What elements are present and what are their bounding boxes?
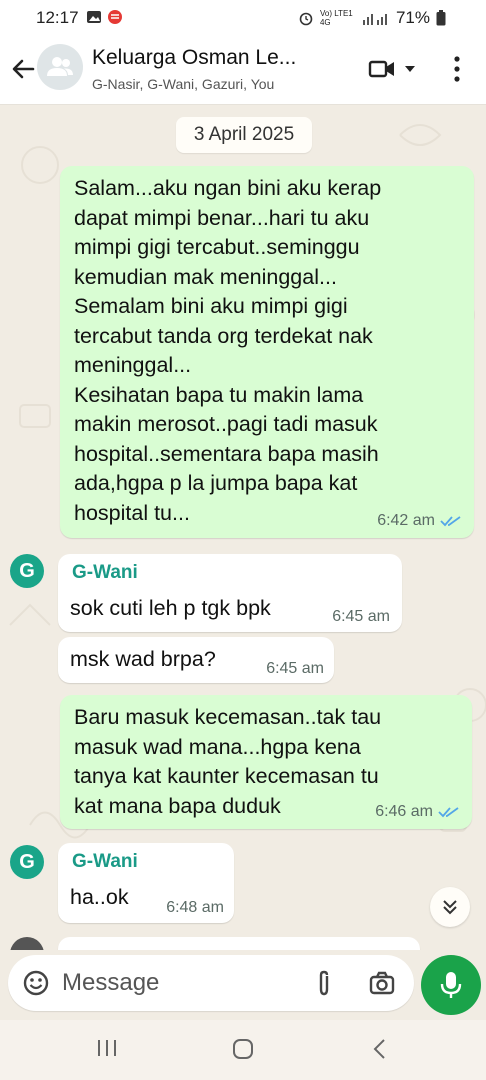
message-time: 6:48 am [166, 899, 224, 916]
battery-icon [436, 10, 446, 26]
video-call-button[interactable] [368, 56, 418, 82]
status-right: Vo) LTE1 4G 71% [298, 8, 446, 28]
status-time: 12:17 [36, 8, 79, 27]
mic-icon [440, 972, 462, 998]
mic-button[interactable] [421, 955, 481, 1015]
status-bar: 12:17 Vo) LTE1 4G 71% [0, 0, 486, 36]
outgoing-message[interactable]: Baru masuk kecemasan..tak tau masuk wad … [60, 695, 472, 829]
message-meta: 6:46 am [375, 803, 460, 821]
group-avatar[interactable] [37, 44, 83, 90]
outgoing-message[interactable]: Salam...aku ngan bini aku kerap dapat mi… [60, 166, 474, 538]
chat-area[interactable]: 3 April 2025 Salam...aku ngan bini aku k… [0, 105, 486, 950]
sender-avatar[interactable]: G [10, 554, 44, 588]
sender-name[interactable]: G-Wani [72, 851, 138, 873]
incoming-message[interactable]: G-Wani ha..ok 6:48 am [58, 843, 234, 923]
app-notification-icon [108, 10, 122, 24]
alarm-icon [299, 12, 313, 26]
network-label: Vo) LTE1 4G [319, 9, 353, 27]
status-left-icons [86, 9, 123, 25]
chat-header: Keluarga Osman Le... G-Nasir, G-Wani, Ga… [0, 36, 486, 105]
read-ticks-icon [438, 807, 459, 818]
sender-avatar[interactable]: G [10, 845, 44, 879]
scroll-down-button[interactable] [430, 887, 470, 927]
message-time: 6:45 am [332, 608, 390, 625]
back-nav-icon[interactable] [372, 1038, 386, 1060]
incoming-message[interactable]: msk wad brpa? 6:45 am [58, 637, 334, 683]
group-avatar-icon [47, 57, 73, 76]
message-composer[interactable]: Message [8, 955, 414, 1011]
emoji-icon[interactable] [22, 969, 50, 997]
message-text: ha..ok [70, 885, 129, 909]
message-meta: 6:42 am [377, 512, 462, 530]
home-icon[interactable] [232, 1038, 254, 1060]
message-text: sok cuti leh p tgk bpk [70, 596, 271, 620]
incoming-message-partial[interactable] [58, 937, 420, 950]
message-text: Salam...aku ngan bini aku kerap dapat mi… [74, 176, 382, 525]
read-ticks-icon [440, 516, 461, 527]
chat-participants[interactable]: G-Nasir, G-Wani, Gazuri, You [92, 76, 274, 92]
scroll-down-icon [443, 900, 457, 915]
message-time: 6:42 am [377, 512, 435, 529]
message-time: 6:45 am [266, 660, 324, 677]
signal-icon [362, 14, 387, 25]
system-nav-bar [0, 1020, 486, 1080]
battery-label: 71% [395, 8, 430, 27]
chat-title[interactable]: Keluarga Osman Le... [92, 46, 296, 70]
message-text: msk wad brpa? [70, 647, 216, 671]
camera-icon[interactable] [368, 969, 396, 997]
gallery-notification-icon [87, 11, 101, 23]
incoming-message[interactable]: G-Wani sok cuti leh p tgk bpk 6:45 am [58, 554, 402, 632]
attach-icon[interactable] [312, 969, 336, 997]
sender-name[interactable]: G-Wani [72, 562, 138, 584]
message-time: 6:46 am [375, 803, 433, 820]
video-call-icon [368, 60, 394, 78]
dropdown-icon [405, 66, 415, 72]
date-chip: 3 April 2025 [176, 117, 312, 153]
more-vert-icon[interactable] [450, 54, 464, 84]
back-arrow-icon[interactable] [10, 56, 36, 82]
message-input[interactable]: Message [62, 969, 159, 997]
recent-apps-icon[interactable] [96, 1038, 118, 1058]
